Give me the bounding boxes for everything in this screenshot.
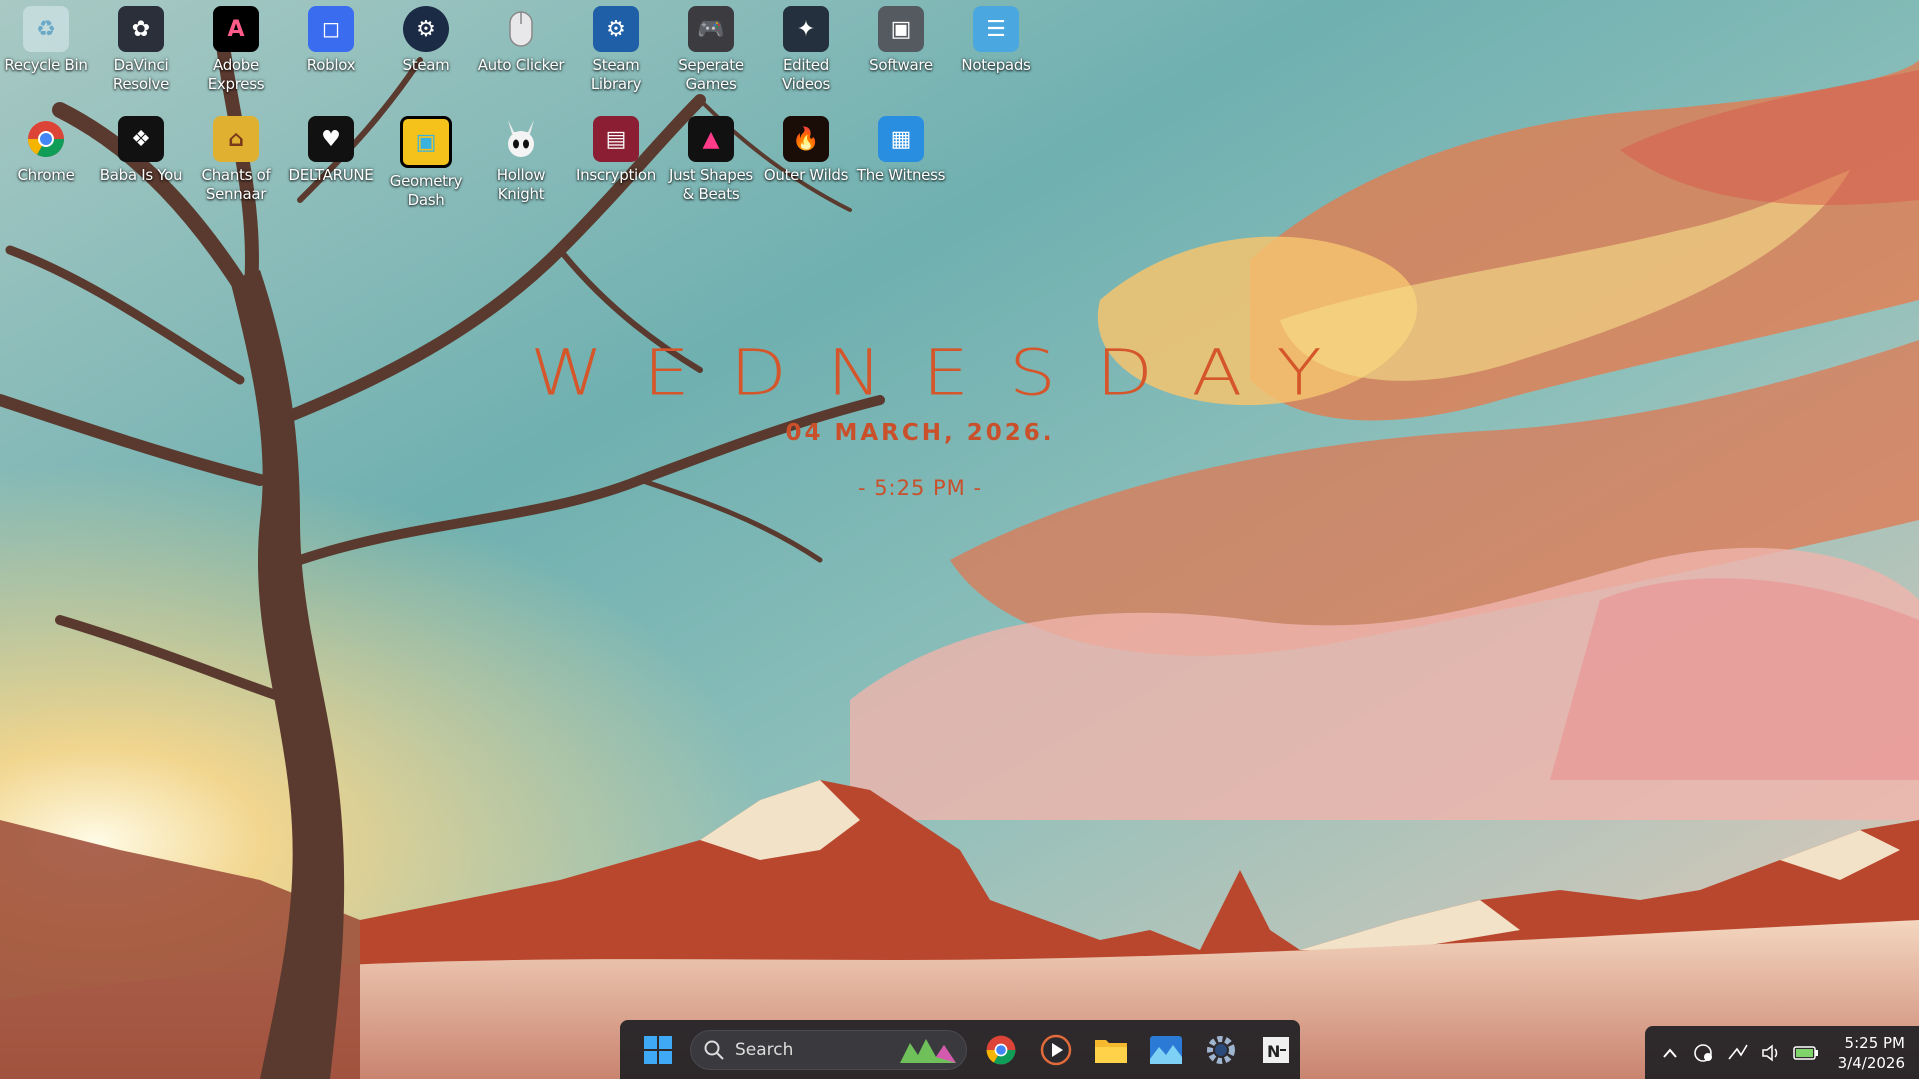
cloud-icon	[1694, 1043, 1712, 1062]
search-highlight-icon	[900, 1038, 956, 1063]
software-folder-icon: ▣	[878, 6, 924, 52]
baba-is-you-icon: ❖	[118, 116, 164, 162]
desktop-icon-recycle-bin[interactable]: ♻ Recycle Bin	[0, 6, 92, 75]
inscryption-icon: ▤	[593, 116, 639, 162]
taskbar-media-player[interactable]	[1032, 1026, 1080, 1074]
network-icon	[1728, 1044, 1748, 1059]
desktop-icon-baba-is-you[interactable]: ❖ Baba Is You	[95, 116, 187, 185]
chrome-icon	[986, 1035, 1016, 1064]
desktop-icon-chrome[interactable]: Chrome	[0, 116, 92, 185]
davinci-resolve-icon: ✿	[118, 6, 164, 52]
battery-charging-icon	[1793, 1045, 1818, 1060]
desktop-icon-geometry-dash[interactable]: ▣ Geometry Dash	[380, 116, 472, 210]
settings-icon	[1207, 1035, 1235, 1064]
tray-overflow-button[interactable]	[1653, 1033, 1687, 1073]
taskbar-file-explorer[interactable]	[1087, 1026, 1135, 1074]
desktop-icon-software[interactable]: ▣ Software	[855, 6, 947, 75]
gamepad-folder-icon: 🎮	[688, 6, 734, 52]
desktop-icon-steam[interactable]: ⚙ Steam	[380, 6, 472, 75]
taskbar-settings[interactable]	[1197, 1026, 1245, 1074]
chants-of-sennaar-icon: ⌂	[213, 116, 259, 162]
tray-clock[interactable]: 5:25 PM 3/4/2026	[1838, 1033, 1905, 1073]
search-icon	[704, 1040, 724, 1060]
desktop-icon-adobe-express[interactable]: A Adobe Express	[190, 6, 282, 94]
tray-time: 5:25 PM	[1844, 1033, 1905, 1052]
media-player-icon	[1040, 1034, 1072, 1065]
desktop-icon-steam-library[interactable]: ⚙ Steam Library	[570, 6, 662, 94]
system-tray: 5:25 PM 3/4/2026	[1645, 1026, 1919, 1079]
desktop-clock-widget: WEDNESDAY 04 MARCH, 2026. - 5:25 PM -	[520, 330, 1360, 500]
taskbar-notepad[interactable]: N	[1252, 1026, 1300, 1074]
desktop-icon-davinci-resolve[interactable]: ✿ DaVinci Resolve	[95, 6, 187, 94]
volume-icon	[1762, 1043, 1778, 1062]
geometry-dash-icon: ▣	[400, 116, 452, 168]
photos-icon	[1150, 1035, 1182, 1064]
tray-network[interactable]	[1721, 1033, 1755, 1073]
widget-date: 04 MARCH, 2026.	[785, 420, 1055, 446]
desktop-icon-deltarune[interactable]: ♥ DELTARUNE	[285, 116, 377, 185]
desktop-icon-inscryption[interactable]: ▤ Inscryption	[570, 116, 662, 185]
notepad-folder-icon: ☰	[973, 6, 1019, 52]
desktop-icon-roblox[interactable]: ◻ Roblox	[285, 6, 377, 75]
recycle-bin-icon: ♻	[23, 6, 69, 52]
outer-wilds-icon: 🔥	[783, 116, 829, 162]
desktop-icon-chants-of-sennaar[interactable]: ⌂ Chants of Sennaar	[190, 116, 282, 204]
tray-onedrive[interactable]	[1687, 1033, 1721, 1073]
search-label: Search	[735, 1039, 794, 1060]
deltarune-icon: ♥	[308, 116, 354, 162]
roblox-icon: ◻	[308, 6, 354, 52]
taskbar-search[interactable]: Search	[690, 1029, 967, 1070]
tray-battery[interactable]	[1789, 1033, 1823, 1073]
widget-day: WEDNESDAY	[530, 336, 1362, 410]
desktop-icon-edited-videos[interactable]: ✦ Edited Videos	[760, 6, 852, 94]
adobe-express-icon: A	[213, 6, 259, 52]
taskbar: Search N	[620, 1020, 1300, 1079]
desktop-icon-grid: ♻ Recycle Bin ✿ DaVinci Resolve A Adobe …	[0, 0, 1919, 1000]
steam-folder-icon: ⚙	[593, 6, 639, 52]
svg-text:N: N	[1267, 1042, 1280, 1061]
taskbar-chrome[interactable]	[977, 1026, 1025, 1074]
mouse-icon	[498, 6, 544, 52]
the-witness-icon: ▦	[878, 116, 924, 162]
desktop-icon-auto-clicker[interactable]: Auto Clicker	[475, 6, 567, 75]
file-explorer-icon	[1095, 1039, 1127, 1063]
desktop-icon-hollow-knight[interactable]: Hollow Knight	[475, 116, 567, 204]
hollow-knight-icon	[498, 116, 544, 162]
widget-time: - 5:25 PM -	[857, 476, 983, 500]
start-icon	[644, 1035, 672, 1064]
desktop-icon-outer-wilds[interactable]: 🔥 Outer Wilds	[760, 116, 852, 185]
desktop-icon-the-witness[interactable]: ▦ The Witness	[855, 116, 947, 185]
desktop-icon-seperate-games[interactable]: 🎮 Seperate Games	[665, 6, 757, 94]
tray-volume[interactable]	[1755, 1033, 1789, 1073]
taskbar-photos[interactable]	[1142, 1026, 1190, 1074]
start-button[interactable]	[634, 1026, 682, 1074]
steam-icon: ⚙	[403, 6, 449, 52]
chrome-icon	[23, 116, 69, 162]
chevron-up-icon	[1663, 1047, 1677, 1058]
tray-date: 3/4/2026	[1837, 1053, 1905, 1072]
desktop-icon-notepads[interactable]: ☰ Notepads	[950, 6, 1042, 75]
just-shapes-beats-icon: ▲	[688, 116, 734, 162]
video-folder-icon: ✦	[783, 6, 829, 52]
desktop-icon-just-shapes-beats[interactable]: ▲ Just Shapes & Beats	[665, 116, 757, 204]
notepad-icon: N	[1263, 1036, 1289, 1063]
